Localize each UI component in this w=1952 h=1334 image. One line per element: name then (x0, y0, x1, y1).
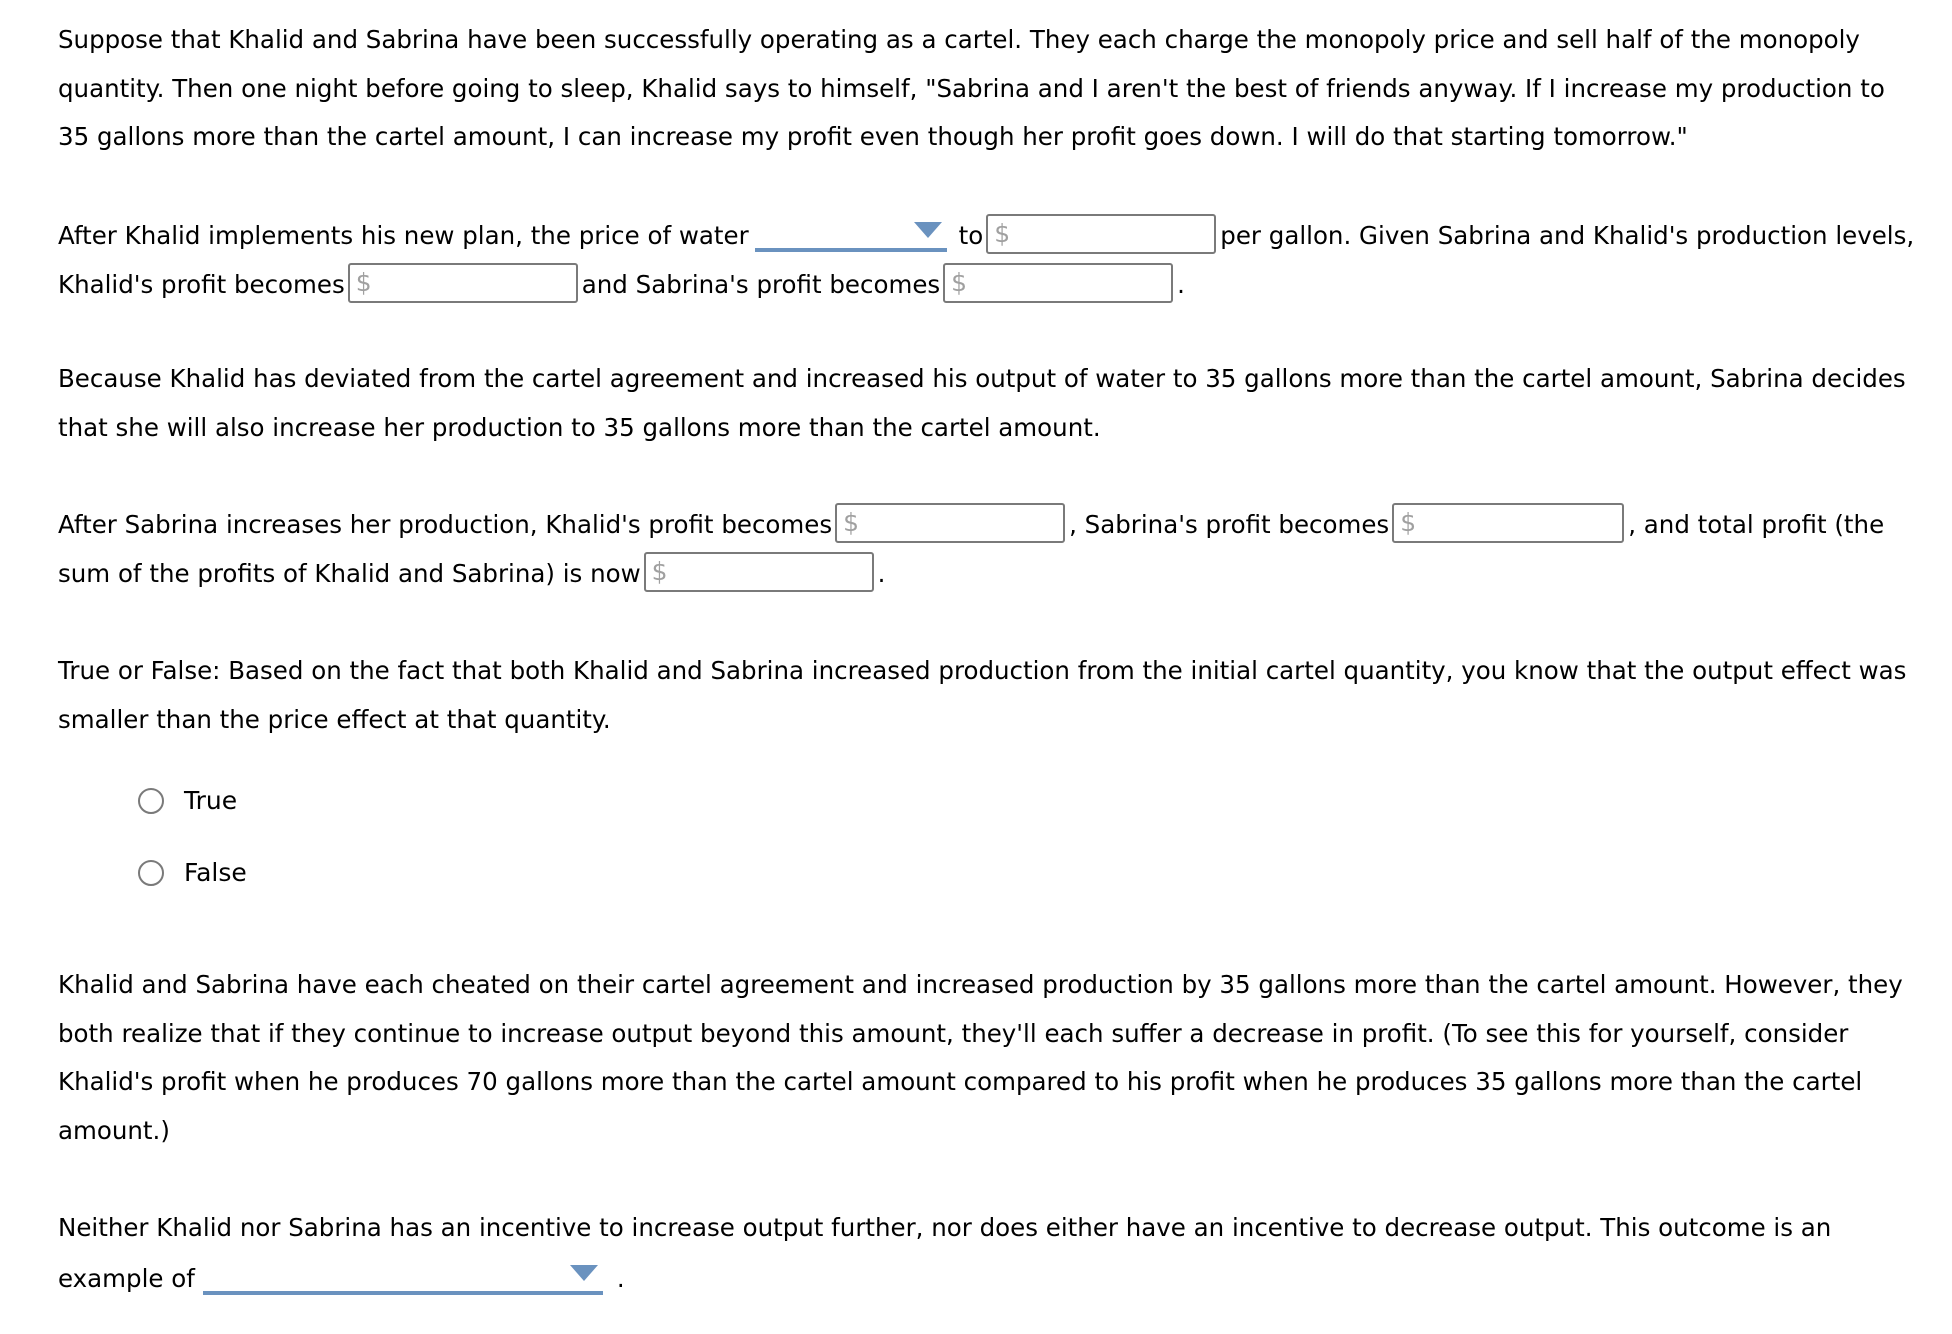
question-price-and-profit: After Khalid implements his new plan, th… (58, 210, 1918, 309)
dollar-sign-icon: $ (994, 219, 1011, 248)
chevron-down-icon (569, 1264, 598, 1281)
price-direction-dropdown[interactable] (754, 218, 947, 252)
context-both-cheated: Khalid and Sabrina have each cheated on … (58, 970, 1903, 1145)
dollar-sign-icon: $ (1400, 508, 1417, 537)
radio-label-true: True (184, 786, 238, 815)
sabrina-profit-input[interactable]: $ (943, 262, 1174, 303)
total-profit-input-field[interactable] (671, 557, 868, 586)
radio-option-false[interactable]: False (138, 858, 247, 887)
total-profit-input[interactable]: $ (643, 551, 874, 592)
sabrina-profit-input-field[interactable] (971, 268, 1168, 297)
chevron-down-icon (913, 222, 942, 238)
q1-text-5: . (1177, 269, 1185, 299)
price-input-field[interactable] (1014, 220, 1211, 248)
dollar-sign-icon: $ (843, 508, 860, 537)
khalid-profit-input-field[interactable] (375, 268, 572, 297)
radio-circle-icon[interactable] (138, 787, 164, 814)
question-profits-after-both-deviate: After Sabrina increases her production, … (58, 501, 1918, 598)
outcome-type-dropdown[interactable] (202, 1261, 603, 1295)
radio-option-true[interactable]: True (138, 786, 237, 815)
q1-text-4: and Sabrina's profit becomes (581, 269, 941, 299)
sabrina-profit-after-input[interactable]: $ (1392, 503, 1625, 543)
q1-text-2: to (958, 221, 984, 250)
q4-text-2: . (616, 1263, 625, 1293)
khalid-profit-input[interactable]: $ (347, 262, 578, 303)
radio-label-false: False (184, 858, 247, 887)
radio-circle-icon[interactable] (138, 859, 164, 886)
context-sabrina-deviates: Because Khalid has deviated from the car… (58, 364, 1906, 442)
khalid-profit-after-input-field[interactable] (863, 509, 1060, 537)
price-input[interactable]: $ (986, 214, 1217, 254)
q2-text-1: After Sabrina increases her production, … (58, 510, 833, 539)
true-false-prompt: True or False: Based on the fact that bo… (58, 656, 1907, 734)
intro-paragraph: Suppose that Khalid and Sabrina have bee… (58, 25, 1885, 151)
dollar-sign-icon: $ (951, 267, 968, 297)
dollar-sign-icon: $ (355, 267, 372, 297)
sabrina-profit-after-input-field[interactable] (1420, 509, 1619, 537)
khalid-profit-after-input[interactable]: $ (835, 503, 1066, 543)
q1-text-1: After Khalid implements his new plan, th… (58, 221, 749, 250)
question-outcome-type: Neither Khalid nor Sabrina has an incent… (58, 1204, 1918, 1303)
dollar-sign-icon: $ (651, 556, 668, 586)
q2-text-2: , Sabrina's profit becomes (1069, 510, 1390, 539)
q2-text-4: . (877, 558, 886, 588)
